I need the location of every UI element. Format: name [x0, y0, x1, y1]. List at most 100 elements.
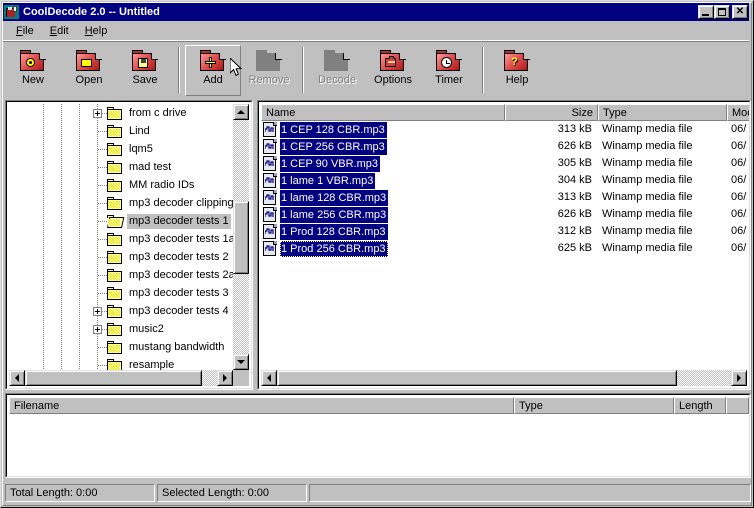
toolbar-label-decode: Decode	[318, 74, 356, 86]
tree-expand-button[interactable]	[93, 108, 102, 118]
file-list-row[interactable]: 1 CEP 90 VBR.mp3 305 kB Winamp media file 0…	[261, 155, 747, 172]
file-list-panel: NameSizeTypeMod 1 CEP 128 CBR.mp3 313 kB W…	[257, 100, 751, 390]
file-list-row[interactable]: 1 CEP 256 CBR.mp3 626 kB Winamp media file…	[261, 138, 747, 155]
file-name-label: 1 CEP 256 CBR.mp3	[280, 138, 387, 155]
winamp-media-file-icon	[263, 207, 277, 222]
application-window: CoolDecode 2.0 -- Untitled ✕ File Edit H…	[0, 0, 754, 508]
menu-separator	[3, 40, 749, 42]
tree-hscroll-thumb[interactable]	[25, 370, 202, 386]
tree-node-label: mp3 decoder tests 2a	[129, 268, 233, 281]
file-list-column-header[interactable]: Size	[505, 104, 598, 121]
toolbar-separator-2	[302, 47, 304, 93]
file-list-row[interactable]: 1 lame 1 VBR.mp3 304 kB Winamp media file 0…	[261, 172, 747, 189]
file-type-cell: Winamp media file	[602, 242, 693, 254]
tree-node[interactable]: mp3 decoder tests 2a	[9, 266, 233, 284]
queue-column-header[interactable]	[726, 397, 749, 414]
minimize-button[interactable]	[698, 5, 714, 19]
status-selected-length: Selected Length: 0:00	[157, 484, 307, 502]
tree-connector	[98, 203, 107, 204]
toolbar-button-options[interactable]: Options	[365, 45, 421, 96]
filelist-horizontal-scrollbar[interactable]	[261, 370, 747, 386]
file-type-cell: Winamp media file	[602, 157, 693, 169]
tree-node[interactable]: mad test	[9, 158, 233, 176]
filelist-scroll-right-button[interactable]	[731, 370, 747, 386]
file-list-row[interactable]: 1 CEP 128 CBR.mp3 313 kB Winamp media file…	[261, 121, 747, 138]
tree-node[interactable]: resample	[9, 356, 233, 370]
decode-queue-inner: Filename Type Length	[6, 394, 750, 477]
toolbar-button-new[interactable]: New	[5, 45, 61, 96]
maximize-button[interactable]	[714, 5, 730, 19]
file-modified-cell: 06/2	[731, 242, 747, 254]
tree-node[interactable]: music2	[9, 320, 233, 338]
tree-vscroll-thumb[interactable]	[233, 201, 249, 274]
queue-column-header[interactable]: Filename	[9, 397, 514, 414]
menu-item-help[interactable]: Help	[77, 23, 116, 39]
file-name-cell: 1 lame 128 CBR.mp3	[261, 189, 389, 206]
tree-vertical-scrollbar[interactable]	[233, 104, 249, 370]
folder-icon	[107, 304, 123, 318]
file-list-row[interactable]: 1 Prod 256 CBR.mp3 625 kB Winamp media fil…	[261, 240, 747, 257]
folder-tree-inner: from c drive Lind lqm5 mad test MM radio IDs…	[6, 101, 252, 389]
tree-connector	[98, 347, 107, 348]
file-name-label: 1 lame 128 CBR.mp3	[280, 189, 389, 206]
status-total-length: Total Length: 0:00	[5, 484, 155, 502]
file-list-column-header[interactable]: Mod	[727, 104, 749, 121]
help-question-icon: ?	[504, 50, 530, 72]
tree-node[interactable]: mp3 decoder clipping	[9, 194, 233, 212]
toolbar-button-remove[interactable]: Remove	[241, 45, 297, 96]
tree-connector	[98, 149, 107, 150]
file-list-row[interactable]: 1 lame 128 CBR.mp3 313 kB Winamp media fil…	[261, 189, 747, 206]
tree-node[interactable]: mp3 decoder tests 3	[9, 284, 233, 302]
title-bar-buttons: ✕	[698, 5, 749, 19]
tree-expand-button[interactable]	[93, 324, 102, 334]
tree-scroll-left-button[interactable]	[9, 370, 25, 386]
toolbar-button-timer[interactable]: Timer	[421, 45, 477, 96]
toolbar-label-new: New	[21, 74, 44, 86]
winamp-media-file-icon	[263, 190, 277, 205]
chevron-right-icon	[737, 374, 741, 382]
queue-column-header[interactable]: Type	[514, 397, 674, 414]
tree-node[interactable]: mp3 decoder tests 1	[9, 212, 233, 230]
tree-node[interactable]: mustang bandwidth	[9, 338, 233, 356]
menu-item-edit[interactable]: Edit	[42, 23, 77, 39]
file-list-row[interactable]: 1 Prod 128 CBR.mp3 312 kB Winamp media fil…	[261, 223, 747, 240]
toolbar-button-decode[interactable]: Decode	[309, 45, 365, 96]
toolbar-separator-3	[482, 47, 484, 93]
decode-queue-rows[interactable]	[9, 414, 747, 474]
toolbar-button-help[interactable]: ? Help	[489, 45, 545, 96]
file-list-column-header[interactable]: Type	[598, 104, 727, 121]
tree-node[interactable]: Lind	[9, 122, 233, 140]
tree-expand-button[interactable]	[93, 306, 102, 316]
chevron-left-icon	[15, 374, 19, 382]
folder-icon	[107, 142, 123, 156]
tree-node[interactable]: mp3 decoder tests 1a	[9, 230, 233, 248]
tree-scroll-right-button[interactable]	[217, 370, 233, 386]
tree-node[interactable]: mp3 decoder tests 4	[9, 302, 233, 320]
menu-item-file[interactable]: File	[8, 23, 42, 39]
remove-icon	[256, 50, 282, 72]
close-button[interactable]: ✕	[732, 5, 748, 19]
file-list-row[interactable]: 1 lame 256 CBR.mp3 626 kB Winamp media fil…	[261, 206, 747, 223]
tree-node[interactable]: from c drive	[9, 104, 233, 122]
tree-node[interactable]: lqm5	[9, 140, 233, 158]
tree-node[interactable]: MM radio IDs	[9, 176, 233, 194]
folder-tree-panel: from c drive Lind lqm5 mad test MM radio IDs…	[5, 100, 253, 390]
folder-icon	[107, 340, 123, 354]
title-bar[interactable]: CoolDecode 2.0 -- Untitled ✕	[3, 3, 749, 21]
toolbar-button-save[interactable]: Save	[117, 45, 173, 96]
tree-horizontal-scrollbar[interactable]	[9, 370, 233, 386]
file-list-column-header[interactable]: Name	[261, 104, 505, 121]
tree-scroll-up-button[interactable]	[233, 104, 249, 120]
filelist-hscroll-thumb[interactable]	[277, 370, 677, 386]
folder-tree-content[interactable]: from c drive Lind lqm5 mad test MM radio IDs…	[9, 104, 233, 370]
tree-node-label: mp3 decoder clipping	[129, 196, 233, 209]
file-list-rows[interactable]: 1 CEP 128 CBR.mp3 313 kB Winamp media file…	[261, 121, 747, 370]
tree-node[interactable]: mp3 decoder tests 2	[9, 248, 233, 266]
tree-node-label: Lind	[129, 124, 150, 137]
tree-scroll-down-button[interactable]	[233, 354, 249, 370]
queue-column-header[interactable]: Length	[674, 397, 726, 414]
folder-icon	[107, 286, 123, 300]
filelist-scroll-left-button[interactable]	[261, 370, 277, 386]
toolbar-button-add[interactable]: Add	[185, 45, 241, 96]
toolbar-button-open[interactable]: Open	[61, 45, 117, 96]
